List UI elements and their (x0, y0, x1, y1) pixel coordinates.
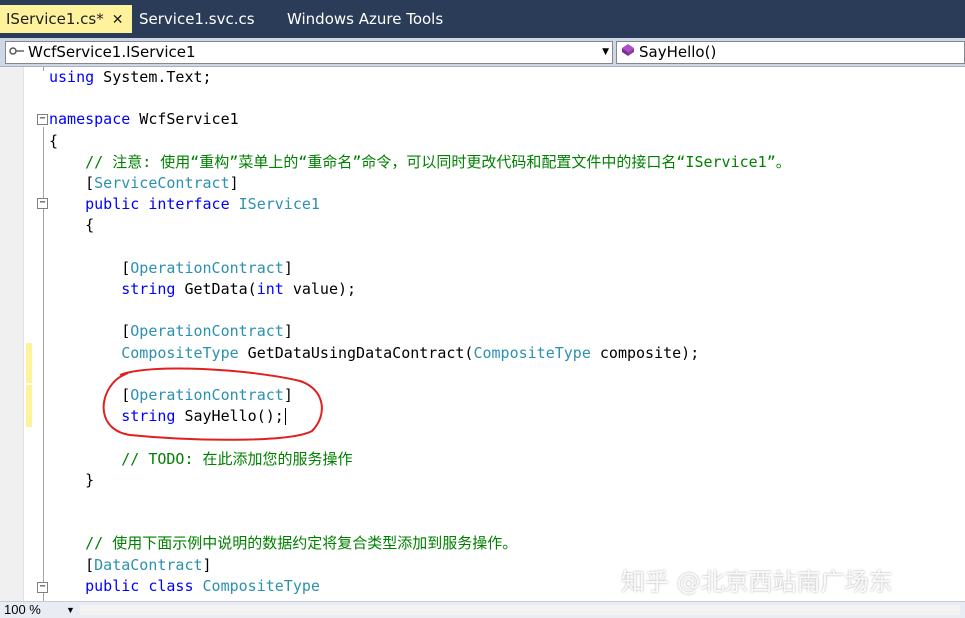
code-token: GetDataUsingDataContract( (238, 343, 474, 362)
code-token: public (85, 576, 140, 595)
code-token: ] (283, 322, 293, 341)
code-line: // TODO: 在此添加您的服务操作 (49, 449, 353, 470)
code-token: ] (202, 555, 212, 574)
code-token: } (49, 470, 95, 489)
code-line: // 注意: 使用“重构”菜单上的“重命名”命令，可以同时更改代码和配置文件中的… (49, 152, 791, 173)
chevron-down-icon[interactable]: ▼ (66, 602, 75, 618)
class-icon (6, 43, 28, 64)
code-token: WcfService1 (130, 110, 239, 129)
code-line: [OperationContract] (49, 321, 293, 342)
collapse-namespace-toggle[interactable]: − (37, 114, 48, 125)
code-line: namespace WcfService1 (49, 109, 239, 130)
code-token: CompositeType (202, 576, 320, 595)
code-token: { (49, 216, 95, 235)
outline-line (43, 67, 44, 71)
code-token: OperationContract (130, 258, 284, 277)
code-token: public (85, 195, 140, 214)
code-line: { (49, 215, 94, 236)
code-line: [DataContract] (49, 555, 212, 576)
code-editor[interactable]: − − − using System.Text; namespace WcfSer… (0, 67, 965, 601)
member-dropdown-value: SayHello() (639, 43, 717, 61)
code-token: int (256, 280, 284, 298)
code-token: // 使用下面示例中说明的数据约定将复合类型添加到服务操作。 (49, 534, 518, 553)
tab-label: IService1.cs* (6, 10, 104, 28)
code-token: namespace (49, 110, 131, 129)
document-tab-strip: IService1.cs* ✕ Service1.svc.cs Windows A… (0, 0, 965, 38)
code-token: [ (49, 555, 95, 574)
tab-label: Windows Azure Tools (287, 10, 444, 28)
member-dropdown[interactable]: SayHello() (616, 41, 965, 64)
red-annotation-circle (102, 367, 323, 441)
change-indicator (26, 343, 32, 383)
code-token: [ (49, 322, 131, 341)
code-line: [ServiceContract] (49, 173, 239, 194)
code-token: [ (49, 258, 131, 277)
code-token: using (49, 68, 95, 86)
code-token: IService1 (238, 195, 320, 214)
navigation-bar: WcfService1.IService1 ▼ SayHello() (0, 38, 965, 67)
type-dropdown[interactable]: WcfService1.IService1 ▼ (5, 41, 613, 64)
zoom-level[interactable]: 100 % (4, 602, 41, 618)
chevron-down-icon: ▼ (602, 47, 609, 57)
code-line: public class CompositeType (49, 576, 320, 597)
watermark: 知乎 @北京西站南广场东 (621, 568, 893, 596)
code-line: { (49, 131, 58, 152)
code-token: // 注意: 使用“重构”菜单上的“重命名”命令，可以同时更改代码和配置文件中的… (49, 152, 791, 171)
code-line: public interface IService1 (49, 194, 320, 215)
code-token: [ (49, 174, 95, 192)
code-token: CompositeType (473, 343, 591, 362)
indicator-margin (0, 67, 24, 601)
code-token: GetData( (175, 280, 257, 298)
code-token: class (148, 576, 194, 595)
code-token: // TODO: 在此添加您的服务操作 (49, 449, 353, 468)
code-token: DataContract (94, 555, 203, 574)
code-token: ] (229, 174, 239, 192)
tab-label: Service1.svc.cs (139, 10, 255, 28)
tab-iservice1-cs[interactable]: IService1.cs* ✕ (0, 5, 132, 33)
code-line: CompositeType GetDataUsingDataContract(C… (49, 343, 699, 364)
close-icon[interactable]: ✕ (112, 6, 124, 34)
code-line: using System.Text; (49, 67, 212, 88)
editor-status-bar: 100 % ▼ (0, 601, 965, 618)
code-token: composite); (590, 343, 700, 362)
code-token: value); (283, 280, 357, 298)
collapse-class-toggle[interactable]: − (37, 582, 48, 593)
code-token: ServiceContract (94, 174, 230, 192)
code-line: [OperationContract] (49, 258, 293, 279)
method-icon (617, 43, 639, 64)
code-token: CompositeType (121, 343, 239, 362)
code-token: OperationContract (130, 322, 284, 341)
code-line: // 使用下面示例中说明的数据约定将复合类型添加到服务操作。 (49, 533, 517, 554)
horizontal-scrollbar[interactable] (80, 605, 960, 615)
collapse-interface-toggle[interactable]: − (37, 198, 48, 209)
code-token: string (121, 280, 176, 298)
code-token: { (49, 131, 59, 150)
code-token: ] (283, 258, 293, 277)
code-token: System.Text; (94, 68, 212, 86)
tab-service1-svc-cs[interactable]: Service1.svc.cs (139, 7, 255, 31)
change-indicator (26, 385, 32, 427)
code-token: interface (148, 195, 230, 214)
type-dropdown-value: WcfService1.IService1 (28, 43, 196, 61)
code-line: string GetData(int value); (49, 279, 356, 300)
code-line: } (49, 470, 94, 491)
tab-windows-azure-tools[interactable]: Windows Azure Tools (287, 7, 443, 31)
